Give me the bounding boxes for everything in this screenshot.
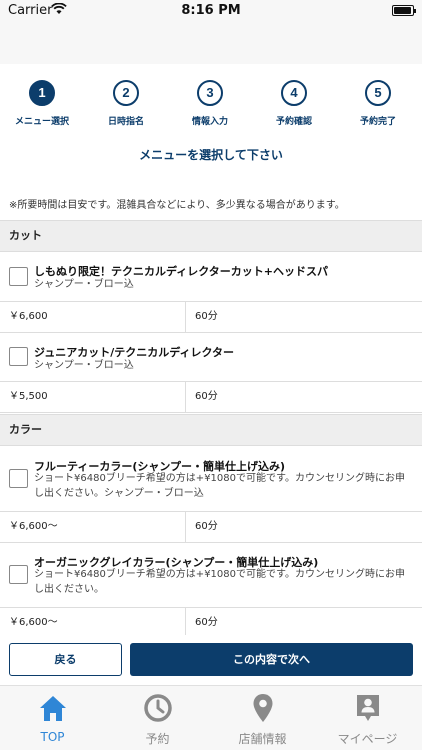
step-number: 1 (29, 80, 55, 106)
divider (185, 608, 186, 638)
progress-stepper: 1 メニュー選択 2 日時指名 3 情報入力 4 予約確認 5 予約完了 (0, 80, 422, 130)
home-icon (40, 696, 66, 721)
menu-description: ショート¥6480ブリーチ希望の方は+¥1080で可能です。カウンセリング時にお… (34, 473, 406, 499)
step-complete: 5 予約完了 (336, 80, 420, 127)
step-label: メニュー選択 (14, 117, 69, 127)
menu-duration: 60分 (195, 391, 218, 402)
map-pin-icon (253, 694, 273, 722)
menu-item[interactable]: フルーティーカラー(シャンプー・簡単仕上げ込み) ショート¥6480ブリーチ希望… (0, 447, 422, 511)
tab-mypage[interactable]: マイページ (315, 686, 420, 750)
menu-duration: 60分 (195, 311, 218, 322)
menu-price: ￥6,600〜 (9, 521, 58, 532)
section-header-color: カラー (0, 414, 422, 446)
tab-label: 店舗情報 (238, 732, 287, 746)
person-badge-icon (357, 695, 379, 721)
navigation-bar (0, 22, 422, 64)
step-number: 4 (281, 80, 307, 106)
menu-price: ￥6,600〜 (9, 617, 58, 628)
divider (185, 512, 186, 542)
menu-checkbox[interactable] (9, 469, 28, 488)
divider (185, 302, 186, 332)
menu-price: ￥5,500 (9, 391, 48, 402)
battery-icon (392, 5, 416, 16)
menu-checkbox[interactable] (9, 267, 28, 286)
status-time: 8:16 PM (181, 3, 241, 18)
menu-description: シャンプー・ブロー込 (34, 360, 134, 371)
tab-label: マイページ (337, 732, 398, 746)
menu-description: シャンプー・ブロー込 (34, 279, 134, 290)
menu-checkbox[interactable] (9, 565, 28, 584)
clock-icon (144, 694, 172, 722)
step-label: 予約確認 (275, 117, 312, 127)
menu-duration: 60分 (195, 521, 218, 532)
action-bar: 戻る この内容で次へ (0, 635, 422, 685)
price-row: ￥6,600 60分 (0, 301, 422, 333)
menu-description: ショート¥6480ブリーチ希望の方は+¥1080で可能です。カウンセリング時にお… (34, 569, 406, 595)
menu-checkbox[interactable] (9, 347, 28, 366)
menu-price: ￥6,600 (9, 311, 48, 322)
tab-reservation[interactable]: 予約 (105, 686, 210, 750)
duration-notice: ※所要時間は目安です。混雑具合などにより、多少異なる場合があります。 (9, 200, 345, 211)
back-button[interactable]: 戻る (9, 643, 122, 676)
step-label: 予約完了 (359, 117, 396, 127)
next-button[interactable]: この内容で次へ (130, 643, 413, 676)
tab-bar: TOP 予約 店舗情報 マイページ (0, 685, 422, 750)
divider (185, 382, 186, 412)
step-menu-select: 1 メニュー選択 (0, 80, 84, 127)
price-row: ￥5,500 60分 (0, 381, 422, 413)
menu-item[interactable]: ジュニアカット/テクニカルディレクター シャンプー・ブロー込 (0, 333, 422, 381)
section-header-cut: カット (0, 220, 422, 252)
step-info-input: 3 情報入力 (168, 80, 252, 127)
step-date-staff: 2 日時指名 (84, 80, 168, 127)
step-number: 3 (197, 80, 223, 106)
status-bar: Carrier 8:16 PM (0, 0, 422, 22)
step-label: 日時指名 (107, 117, 144, 127)
menu-duration: 60分 (195, 617, 218, 628)
tab-store-info[interactable]: 店舗情報 (210, 686, 315, 750)
tab-label: TOP (40, 730, 65, 744)
tab-top[interactable]: TOP (0, 686, 105, 750)
step-label: 情報入力 (191, 117, 228, 127)
step-number: 2 (113, 80, 139, 106)
price-row: ￥6,600〜 60分 (0, 511, 422, 543)
step-confirm: 4 予約確認 (252, 80, 336, 127)
step-number: 5 (365, 80, 391, 106)
page-title: メニューを選択して下さい (139, 148, 283, 162)
menu-item[interactable]: しもぬり限定！テクニカルディレクターカット+ヘッドスパ シャンプー・ブロー込 (0, 253, 422, 301)
menu-item[interactable]: オーガニックグレイカラー(シャンプー・簡単仕上げ込み) ショート¥6480ブリー… (0, 543, 422, 607)
tab-label: 予約 (145, 732, 170, 746)
